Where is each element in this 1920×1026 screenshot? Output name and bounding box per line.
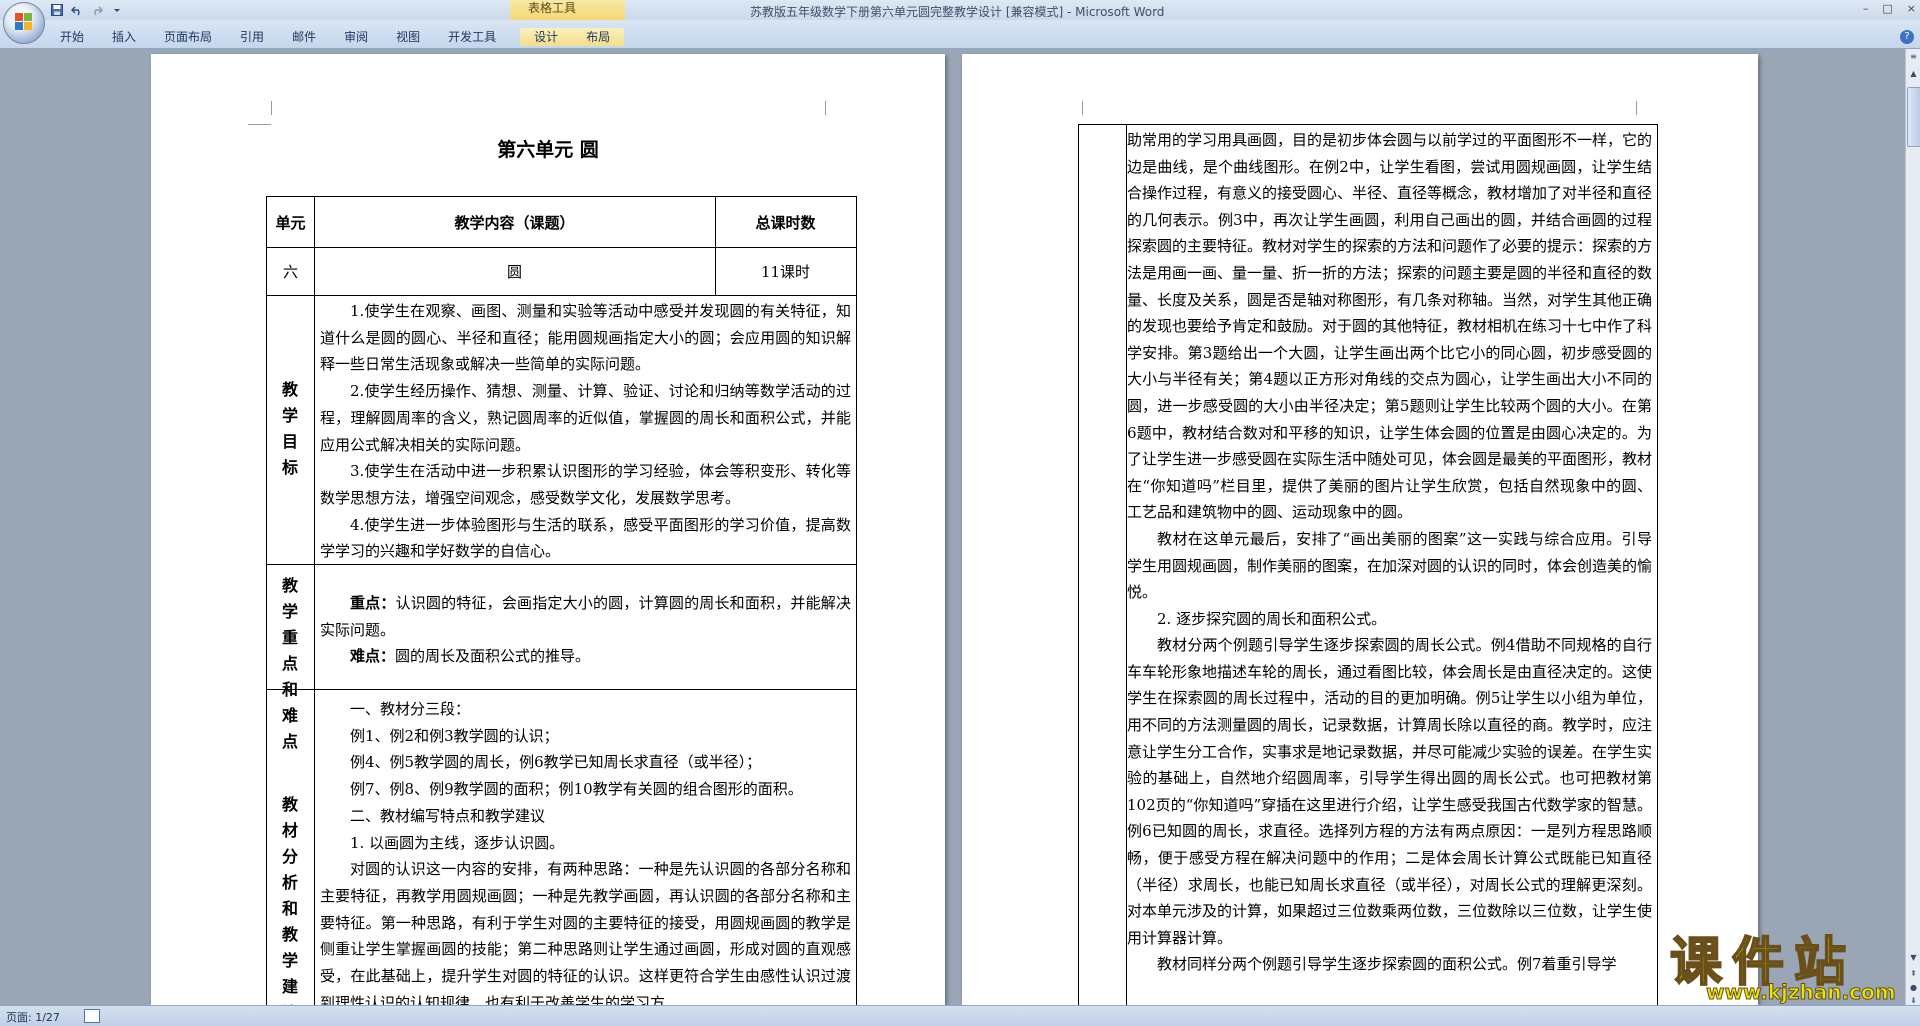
header-hours: 总课时数 [755, 214, 816, 232]
window-title: 苏教版五年级数学下册第六单元圆完整教学设计 [兼容模式] - Microsoft… [750, 5, 1165, 19]
close-button[interactable]: × [1907, 2, 1916, 15]
lesson-plan-table: 单元 教学内容（课题） 总课时数 六 圆 11课时 教学目标 1.使学生在观察、… [266, 196, 857, 1005]
difficulty-title: 难点： [350, 647, 396, 666]
analysis-line: 一、教材分三段： [350, 700, 471, 718]
watermark-logo: 课件站 www.kjzhan.com [1669, 920, 1910, 1005]
crop-mark [825, 101, 826, 115]
row-label-keypoints: 教学重点和难点 [281, 576, 298, 751]
goals-content: 1.使学生在观察、画图、测量和实验等活动中感受并发现圆的有关特征，知道什么是圆的… [320, 298, 851, 565]
analysis-content: 一、教材分三段： 例1、例2和例3教学圆的认识； 例4、例5教学圆的周长，例6教… [320, 696, 851, 1005]
document-title: 第六单元 圆 [497, 139, 599, 161]
table-rule [267, 295, 856, 296]
scroll-up-icon[interactable]: ▲ [1908, 69, 1919, 80]
tab-mailings[interactable]: 邮件 [278, 28, 330, 46]
tab-view[interactable]: 视图 [382, 28, 434, 46]
ribbon-tabs: 开始 插入 页面布局 引用 邮件 审阅 视图 开发工具 设计 布局 [46, 28, 625, 46]
body-paragraph: 教材同样分两个例题引导学生逐步探索圆的面积公式。例7着重引导学 [1157, 955, 1617, 974]
keypoint-text: 认识圆的特征，会画指定大小的圆，计算圆的周长和面积，并能解决实际问题。 [320, 594, 851, 639]
undo-icon[interactable] [70, 3, 84, 17]
crop-mark [271, 101, 272, 115]
window-controls: – □ × [1863, 2, 1916, 15]
watermark-url: www.kjzhan.com [1706, 980, 1897, 1005]
scroll-thumb[interactable] [1907, 87, 1920, 147]
header-unit: 单元 [275, 214, 306, 232]
maximize-button[interactable]: □ [1882, 2, 1892, 15]
keypoint-line: 重点：认识圆的特征，会画指定大小的圆，计算圆的周长和面积，并能解决实际问题。 [320, 590, 851, 643]
table-rule [267, 689, 856, 690]
tab-review[interactable]: 审阅 [330, 28, 382, 46]
cell-hours: 11课时 [760, 263, 811, 281]
table-rule [267, 247, 856, 248]
tab-developer[interactable]: 开发工具 [434, 28, 510, 46]
body-paragraph: 教材分两个例题引导学生逐步探索圆的周长公式。例4借助不同规格的自行车车轮形象地描… [1127, 636, 1653, 947]
goal-item: 3.使学生在活动中进一步积累认识图形的学习经验，体会等积变形、转化等数学思想方法… [320, 462, 851, 507]
contextual-tab-group: 表格工具 [510, 0, 625, 20]
keypoints-content: 重点：认识圆的特征，会画指定大小的圆，计算圆的周长和面积，并能解决实际问题。 难… [320, 590, 851, 670]
help-icon[interactable]: ? [1900, 30, 1914, 44]
title-bar: 表格工具 苏教版五年级数学下册第六单元圆完整教学设计 [兼容模式] - Micr… [0, 0, 1920, 20]
continued-content: 助常用的学习用具画圆，目的是初步体会圆与以前学过的平面图形不一样，它的边是曲线，… [1127, 127, 1652, 978]
body-paragraph: 助常用的学习用具画圆，目的是初步体会圆与以前学过的平面图形不一样，它的边是曲线，… [1127, 131, 1653, 522]
tab-references[interactable]: 引用 [226, 28, 278, 46]
ribbon: 开始 插入 页面布局 引用 邮件 审阅 视图 开发工具 设计 布局 ? [0, 20, 1920, 49]
body-paragraph: 教材在这单元最后，安排了“画出美丽的图案”这一实践与综合应用。引导学生用圆规画圆… [1127, 529, 1653, 602]
redo-icon[interactable] [90, 3, 104, 17]
dropdown-icon[interactable] [110, 3, 124, 17]
office-button[interactable] [3, 2, 45, 44]
analysis-line: 例7、例8、例9教学圆的面积；例10教学有关圆的组合图形的面积。 [350, 780, 803, 799]
goal-item: 2.使学生经历操作、猜想、测量、计算、验证、讨论和归纳等数学活动的过程，理解圆周… [320, 382, 851, 454]
cell-unit: 六 [282, 263, 298, 281]
page-2[interactable]: 助常用的学习用具画圆，目的是初步体会圆与以前学过的平面图形不一样，它的边是曲线，… [962, 54, 1758, 1005]
analysis-line: 例4、例5教学圆的周长，例6教学已知周长求直径（或半径）； [350, 753, 762, 772]
difficulty-text: 圆的周长及面积公式的推导。 [395, 647, 591, 666]
quick-access-toolbar [50, 3, 124, 17]
crop-mark [1082, 101, 1083, 115]
tab-home[interactable]: 开始 [46, 28, 98, 46]
analysis-line: 例1、例2和例3教学圆的认识； [350, 726, 559, 745]
header-content: 教学内容（课题） [454, 214, 575, 232]
tab-page-layout[interactable]: 页面布局 [150, 28, 226, 46]
tab-insert[interactable]: 插入 [98, 28, 150, 46]
save-icon[interactable] [50, 3, 64, 17]
analysis-line: 对圆的认识这一内容的安排，有两种思路：一种是先认识圆的各部分名称和主要特征，再教… [320, 860, 851, 1005]
goal-item: 4.使学生进一步体验图形与生活的联系，感受平面图形的学习价值，提高数学学习的兴趣… [320, 515, 851, 561]
vertical-scrollbar[interactable]: ≡ ▲ ▼ ⇞ ● ⇟ [1905, 49, 1920, 1005]
page-count[interactable]: 页面: 1/27 [6, 1009, 60, 1025]
minimize-button[interactable]: – [1863, 2, 1869, 15]
proofing-icon[interactable] [84, 1009, 100, 1023]
difficulty-line: 难点：圆的周长及面积公式的推导。 [320, 643, 851, 670]
analysis-line: 二、教材编写特点和教学建议 [350, 806, 546, 825]
document-workspace: 第六单元 圆 单元 教学内容（课题） 总课时数 六 圆 11课时 教学目标 1.… [0, 49, 1905, 1005]
keypoint-title: 重点： [350, 594, 396, 612]
table-rule [314, 197, 315, 1005]
tab-design[interactable]: 设计 [520, 28, 573, 46]
crop-mark [248, 124, 271, 125]
cell-topic: 圆 [506, 263, 522, 281]
goal-item: 1.使学生在观察、画图、测量和实验等活动中感受并发现圆的有关特征，知道什么是圆的… [320, 302, 851, 374]
page-1[interactable]: 第六单元 圆 单元 教学内容（课题） 总课时数 六 圆 11课时 教学目标 1.… [151, 54, 945, 1005]
office-logo-icon [15, 13, 33, 31]
ruler-toggle-icon[interactable]: ≡ [1908, 52, 1919, 63]
row-label-analysis: 教材分析和教学建议 [281, 795, 298, 1005]
status-bar: 页面: 1/27 [0, 1005, 1920, 1026]
crop-mark [1636, 101, 1637, 115]
body-paragraph: 2. 逐步探究圆的周长和面积公式。 [1157, 609, 1387, 628]
row-label-goals: 教学目标 [281, 380, 298, 477]
tab-layout[interactable]: 布局 [572, 28, 625, 46]
analysis-line: 1. 以画圆为主线，逐步认识圆。 [350, 833, 565, 852]
